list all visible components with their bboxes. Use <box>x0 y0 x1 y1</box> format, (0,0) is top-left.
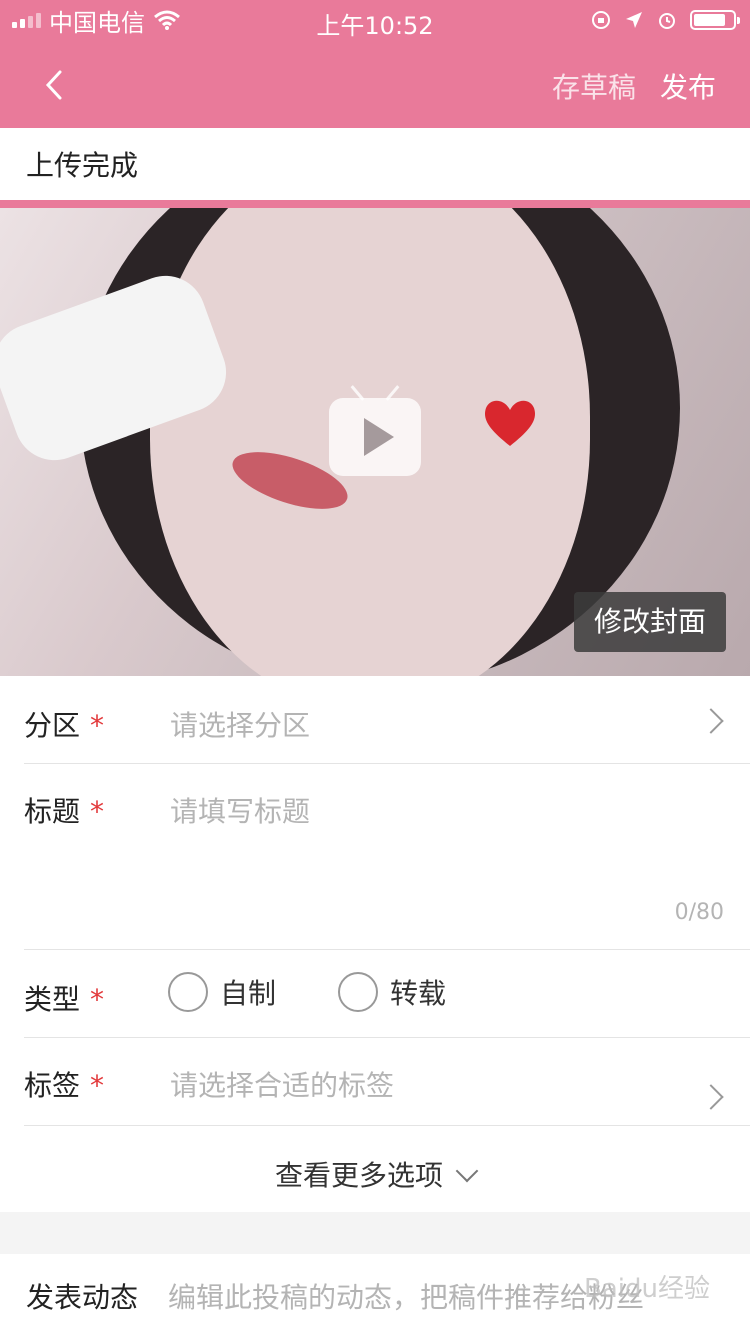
required-marker: * <box>90 1069 105 1102</box>
cover-heart <box>485 400 535 446</box>
chevron-down-icon <box>455 1159 479 1183</box>
tags-row[interactable]: 标签 * 请选择合适的标签 <box>24 1038 750 1126</box>
type-label-text: 类型 <box>24 983 81 1016</box>
chevron-left-icon[interactable] <box>30 60 80 110</box>
video-cover[interactable]: 修改封面 <box>0 208 750 676</box>
more-options-label: 查看更多选项 <box>274 1159 443 1192</box>
battery-icon <box>690 10 740 30</box>
type-row: 类型 * 自制 转载 <box>24 950 750 1038</box>
tags-placeholder: 请选择合适的标签 <box>170 1069 395 1102</box>
nav-actions: 存草稿 发布 <box>552 66 716 106</box>
post-label: 发表动态 <box>26 1281 139 1314</box>
more-options-button[interactable]: 查看更多选项 <box>0 1154 750 1194</box>
baidu-watermark: Baidu经验 <box>584 1274 710 1304</box>
upload-status-row: 上传完成 <box>0 128 750 200</box>
section-placeholder: 请选择分区 <box>170 709 311 742</box>
post-input[interactable]: 编辑此投稿的动态，把稿件推荐给粉丝 <box>168 1276 644 1316</box>
tags-label-text: 标签 <box>24 1069 81 1102</box>
nav-bar: 存草稿 发布 <box>0 40 750 128</box>
location-icon <box>626 12 642 28</box>
type-label: 类型 * <box>24 978 104 1018</box>
radio-circle[interactable] <box>338 972 378 1012</box>
section-label: 分区 * <box>24 704 104 744</box>
radio-repost[interactable]: 转载 <box>338 972 446 1012</box>
title-row: 标题 * 请填写标题 0/80 <box>24 764 750 950</box>
alarm-icon <box>659 13 675 29</box>
upload-form: 分区 * 请选择分区 标题 * 请填写标题 0/80 类型 * 自制 转载 标签 * 请… <box>0 676 750 1212</box>
status-right <box>590 6 740 34</box>
save-draft-button[interactable]: 存草稿 <box>552 66 636 106</box>
publish-button[interactable]: 发布 <box>660 66 716 106</box>
required-marker: * <box>90 983 105 1016</box>
radio-circle[interactable] <box>168 972 208 1012</box>
required-marker: * <box>90 795 105 828</box>
section-label-text: 分区 <box>24 709 81 742</box>
orientation-lock-icon <box>592 11 610 29</box>
status-bar: 中国电信 上午10:52 <box>0 0 750 40</box>
radio-original[interactable]: 自制 <box>168 972 276 1012</box>
radio-original-label: 自制 <box>220 977 277 1010</box>
tags-label: 标签 * <box>24 1064 104 1104</box>
chevron-right-icon <box>698 1084 724 1110</box>
section-row[interactable]: 分区 * 请选择分区 <box>24 676 750 764</box>
chevron-right-icon <box>698 708 724 734</box>
tv-play-icon[interactable] <box>329 398 421 476</box>
edit-cover-button[interactable]: 修改封面 <box>573 592 726 652</box>
upload-status-label: 上传完成 <box>26 149 139 182</box>
required-marker: * <box>90 709 105 742</box>
title-label: 标题 * <box>24 790 104 830</box>
title-counter: 0/80 <box>674 900 724 925</box>
title-input[interactable]: 请填写标题 <box>170 790 310 830</box>
upload-progress-bar <box>0 200 750 208</box>
title-label-text: 标题 <box>24 795 81 828</box>
radio-repost-label: 转载 <box>390 977 447 1010</box>
